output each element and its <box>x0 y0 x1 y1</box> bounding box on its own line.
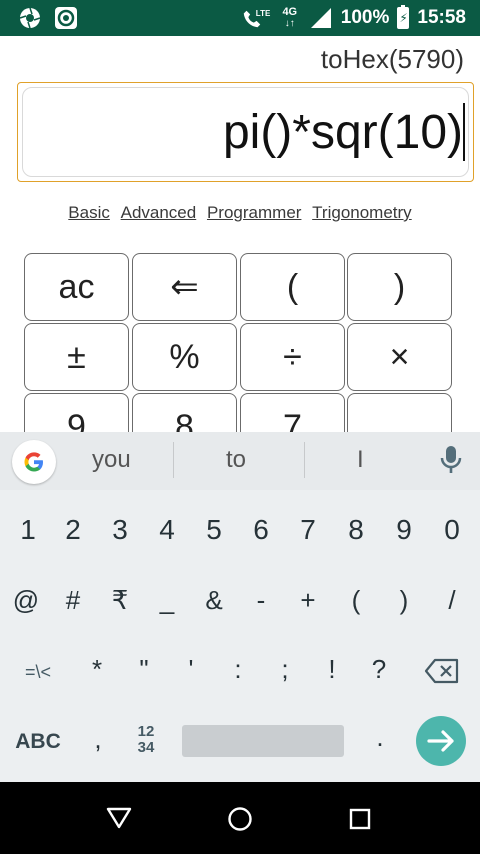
mic-icon[interactable] <box>438 444 464 476</box>
mode-trigonometry-link[interactable]: Trigonometry <box>312 203 412 222</box>
home-icon[interactable] <box>227 806 253 832</box>
backspace-icon[interactable] <box>420 658 464 691</box>
key-0[interactable]: 0 <box>432 514 472 546</box>
suggestion-strip: you to I <box>0 432 480 490</box>
key-4[interactable]: 4 <box>147 514 187 546</box>
network-type: 4G ↓↑ <box>282 6 298 30</box>
percent-key[interactable]: % <box>132 323 237 391</box>
open-paren-key[interactable]: ( <box>240 253 345 321</box>
abc-key[interactable]: ABC <box>10 730 66 754</box>
key-double-quote[interactable]: " <box>124 654 164 685</box>
comma-key[interactable]: , <box>80 724 116 755</box>
aperture-icon <box>18 6 42 30</box>
signal-icon <box>309 6 333 30</box>
key-question[interactable]: ? <box>359 654 399 685</box>
lte-label: LTE <box>255 9 271 18</box>
mode-programmer-link[interactable]: Programmer <box>207 203 301 222</box>
hex-result: toHex(5790) <box>320 44 464 74</box>
screen: LTE 4G ↓↑ 100% ⚡ 15:58 toHex(5790) pi()*… <box>0 0 480 854</box>
key-underscore[interactable]: _ <box>147 585 187 616</box>
digit-9-key[interactable]: 9 <box>24 393 129 433</box>
key-exclamation[interactable]: ! <box>312 654 352 685</box>
battery-icon: ⚡ <box>397 5 410 29</box>
clock: 15:58 <box>417 7 466 28</box>
status-bar: LTE 4G ↓↑ 100% ⚡ 15:58 <box>0 0 480 36</box>
subtract-key[interactable] <box>347 393 452 433</box>
backspace-key[interactable]: ⇐ <box>132 253 237 321</box>
multiply-key[interactable]: × <box>347 323 452 391</box>
key-hyphen[interactable]: - <box>241 585 281 616</box>
suggestion-2[interactable]: to <box>226 446 246 474</box>
key-colon[interactable]: : <box>218 654 258 685</box>
navigation-bar <box>0 782 480 854</box>
key-open-paren[interactable]: ( <box>336 585 376 616</box>
period-key[interactable]: . <box>365 722 395 753</box>
key-7[interactable]: 7 <box>288 514 328 546</box>
suggestion-1[interactable]: you <box>92 446 131 474</box>
key-5[interactable]: 5 <box>194 514 234 546</box>
keypad: ac ⇐ ( ) ± % ÷ × 9 8 7 <box>24 253 452 433</box>
numpad-key[interactable]: 12 34 <box>126 724 166 756</box>
call-icon: LTE <box>241 6 271 30</box>
key-6[interactable]: 6 <box>241 514 281 546</box>
text-cursor <box>463 103 465 161</box>
enter-arrow-icon[interactable] <box>416 716 466 766</box>
suggestion-divider <box>173 442 174 478</box>
suggestion-divider <box>304 442 305 478</box>
numpad-label-bottom: 34 <box>137 739 155 756</box>
key-3[interactable]: 3 <box>100 514 140 546</box>
target-icon <box>54 6 78 30</box>
key-plus[interactable]: + <box>288 585 328 616</box>
recents-icon[interactable] <box>349 808 371 830</box>
plus-minus-key[interactable]: ± <box>24 323 129 391</box>
key-semicolon[interactable]: ; <box>265 654 305 685</box>
key-hash[interactable]: # <box>53 585 93 616</box>
key-single-quote[interactable]: ' <box>171 654 211 685</box>
all-clear-key[interactable]: ac <box>24 253 129 321</box>
key-asterisk[interactable]: * <box>77 654 117 685</box>
key-at[interactable]: @ <box>6 585 46 616</box>
battery-percent: 100% <box>340 7 390 28</box>
divide-key[interactable]: ÷ <box>240 323 345 391</box>
key-more-symbols[interactable]: =\< <box>8 662 68 683</box>
key-slash[interactable]: / <box>432 585 472 616</box>
mode-basic-link[interactable]: Basic <box>68 203 110 222</box>
key-close-paren[interactable]: ) <box>384 585 424 616</box>
soft-keyboard: you to I 1 2 3 4 5 6 7 8 9 0 @ # ₹ _ & -… <box>0 432 480 782</box>
key-9[interactable]: 9 <box>384 514 424 546</box>
mode-advanced-link[interactable]: Advanced <box>121 203 197 222</box>
digit-8-key[interactable]: 8 <box>132 393 237 433</box>
key-2[interactable]: 2 <box>53 514 93 546</box>
expression-text: pi()*sqr(10) <box>222 106 463 159</box>
digit-7-key[interactable]: 7 <box>240 393 345 433</box>
key-ampersand[interactable]: & <box>194 585 234 616</box>
space-bar[interactable] <box>182 725 344 757</box>
suggestion-3[interactable]: I <box>357 446 364 474</box>
google-icon[interactable] <box>12 440 56 484</box>
numpad-label-top: 12 <box>137 723 155 740</box>
expression-input[interactable]: pi()*sqr(10) <box>17 82 474 182</box>
key-1[interactable]: 1 <box>8 514 48 546</box>
back-icon[interactable] <box>106 806 132 830</box>
close-paren-key[interactable]: ) <box>347 253 452 321</box>
mode-links: Basic Advanced Programmer Trigonometry <box>0 203 480 223</box>
key-rupee[interactable]: ₹ <box>100 585 140 616</box>
key-8[interactable]: 8 <box>336 514 376 546</box>
